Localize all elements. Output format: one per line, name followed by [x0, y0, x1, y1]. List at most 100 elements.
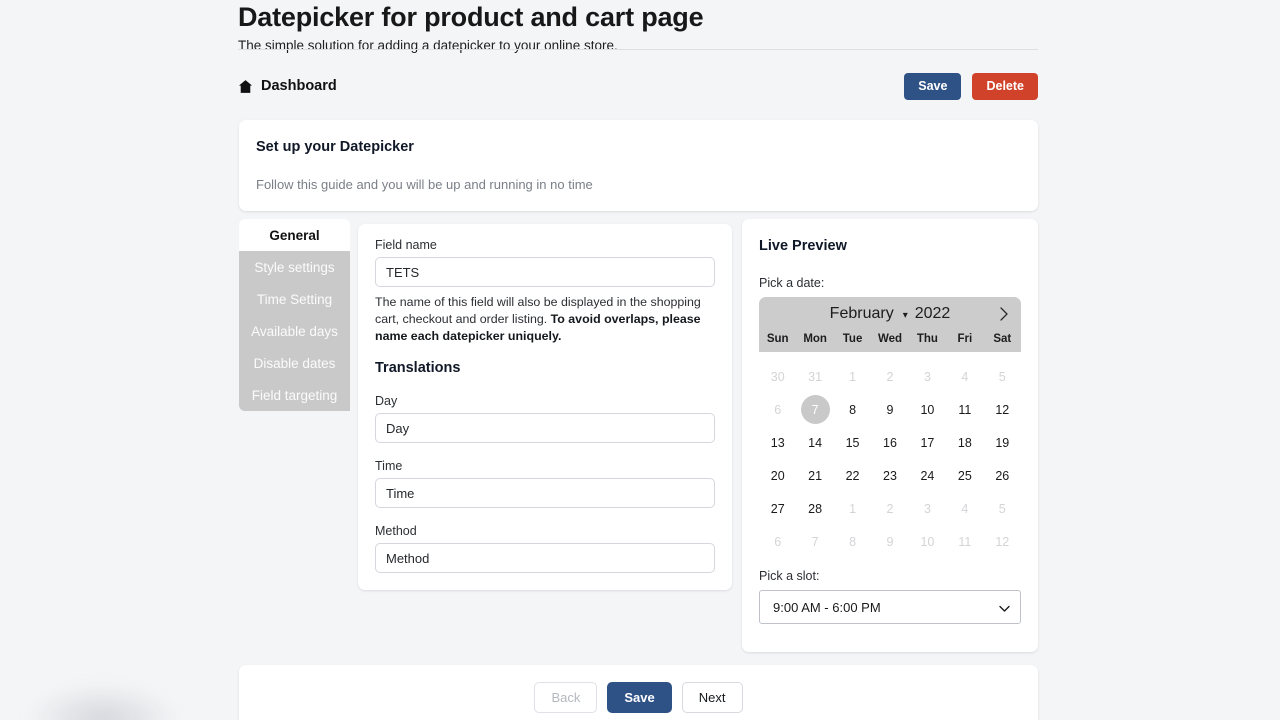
setup-subtitle: Follow this guide and you will be up and… — [256, 177, 593, 192]
calendar-day: 12 — [984, 525, 1021, 558]
page-subtitle: The simple solution for adding a datepic… — [238, 38, 1038, 54]
setup-intro-card: Set up your Datepicker Follow this guide… — [239, 120, 1038, 211]
calendar-day[interactable]: 15 — [834, 426, 871, 459]
method-label: Method — [375, 524, 417, 538]
calendar-day: 8 — [834, 525, 871, 558]
calendar-day: 1 — [834, 492, 871, 525]
calendar-weekday-row: Sun Mon Tue Wed Thu Fri Sat — [759, 333, 1021, 352]
weekday-mon: Mon — [796, 333, 833, 345]
translations-heading: Translations — [375, 360, 460, 376]
next-button[interactable]: Next — [682, 682, 743, 713]
tab-general[interactable]: General — [239, 219, 350, 251]
calendar-day: 31 — [796, 360, 833, 393]
tab-time-setting[interactable]: Time Setting — [239, 283, 350, 315]
pick-a-date-label: Pick a date: — [759, 276, 824, 290]
calendar-day: 3 — [909, 360, 946, 393]
calendar-month-year: February ▾ 2022 — [759, 305, 1021, 323]
save-button[interactable]: Save — [904, 73, 961, 100]
live-preview-title: Live Preview — [759, 238, 847, 254]
calendar-day[interactable]: 24 — [909, 459, 946, 492]
calendar-day: 5 — [984, 492, 1021, 525]
delete-button[interactable]: Delete — [972, 73, 1038, 100]
calendar-day: 10 — [909, 525, 946, 558]
calendar-day[interactable]: 23 — [871, 459, 908, 492]
home-icon — [238, 79, 253, 94]
calendar-day[interactable]: 21 — [796, 459, 833, 492]
breadcrumb-label: Dashboard — [261, 78, 337, 94]
calendar-day-selected[interactable]: 7 — [796, 393, 833, 426]
weekday-sat: Sat — [984, 333, 1021, 345]
calendar-day: 5 — [984, 360, 1021, 393]
calendar-day: 6 — [759, 525, 796, 558]
weekday-sun: Sun — [759, 333, 796, 345]
day-label: Day — [375, 394, 397, 408]
calendar-day[interactable]: 26 — [984, 459, 1021, 492]
wizard-footer-actions: Back Save Next — [239, 682, 1038, 713]
day-input[interactable] — [375, 413, 715, 443]
calendar-day[interactable]: 14 — [796, 426, 833, 459]
calendar-day[interactable]: 28 — [796, 492, 833, 525]
wizard-footer-card: Back Save Next — [239, 665, 1038, 720]
field-name-input[interactable] — [375, 257, 715, 287]
settings-tab-rail: General Style settings Time Setting Avai… — [239, 219, 350, 411]
calendar-day[interactable]: 11 — [946, 393, 983, 426]
calendar-day-grid: 3031123456789101112131415161718192021222… — [759, 352, 1021, 568]
weekday-fri: Fri — [946, 333, 983, 345]
calendar-day[interactable]: 22 — [834, 459, 871, 492]
calendar-day: 30 — [759, 360, 796, 393]
calendar-day[interactable]: 13 — [759, 426, 796, 459]
back-button[interactable]: Back — [534, 682, 597, 713]
header-divider — [238, 49, 1038, 50]
footer-save-button[interactable]: Save — [607, 682, 671, 713]
calendar-day[interactable]: 8 — [834, 393, 871, 426]
calendar-day: 11 — [946, 525, 983, 558]
calendar-day: 4 — [946, 360, 983, 393]
app-page: Datepicker for product and cart page The… — [0, 0, 1280, 720]
weekday-tue: Tue — [834, 333, 871, 345]
calendar-day[interactable]: 27 — [759, 492, 796, 525]
weekday-thu: Thu — [909, 333, 946, 345]
page-title: Datepicker for product and cart page — [238, 0, 1038, 32]
calendar-day[interactable]: 16 — [871, 426, 908, 459]
calendar-next-month-button[interactable] — [997, 303, 1011, 325]
calendar-day: 2 — [871, 492, 908, 525]
calendar-day: 7 — [796, 525, 833, 558]
field-name-help: The name of this field will also be disp… — [375, 294, 715, 345]
pick-a-slot-label: Pick a slot: — [759, 569, 819, 583]
calendar-day: 1 — [834, 360, 871, 393]
live-preview-panel: Live Preview Pick a date: February▾2022 … — [742, 219, 1038, 652]
calendar-day: 2 — [871, 360, 908, 393]
chevron-down-icon[interactable]: ▾ — [903, 310, 908, 321]
calendar-day[interactable]: 12 — [984, 393, 1021, 426]
calendar-year-label: 2022 — [915, 305, 951, 322]
slot-select[interactable]: 9:00 AM - 6:00 PM — [759, 590, 1021, 624]
chat-widget-shadow — [28, 684, 178, 720]
breadcrumb-actions: Save Delete — [904, 73, 1038, 100]
calendar-day[interactable]: 18 — [946, 426, 983, 459]
tab-style-settings[interactable]: Style settings — [239, 251, 350, 283]
method-input[interactable] — [375, 543, 715, 573]
calendar-day[interactable]: 17 — [909, 426, 946, 459]
setup-title: Set up your Datepicker — [256, 139, 414, 155]
calendar-day: 6 — [759, 393, 796, 426]
breadcrumb-bar: Dashboard Save Delete — [238, 70, 1038, 102]
page-header: Datepicker for product and cart page The… — [238, 0, 1038, 54]
calendar-day[interactable]: 20 — [759, 459, 796, 492]
calendar-day[interactable]: 10 — [909, 393, 946, 426]
calendar-day: 3 — [909, 492, 946, 525]
time-label: Time — [375, 459, 402, 473]
calendar-day: 4 — [946, 492, 983, 525]
calendar-day[interactable]: 25 — [946, 459, 983, 492]
time-input[interactable] — [375, 478, 715, 508]
tab-field-targeting[interactable]: Field targeting — [239, 379, 350, 411]
datepicker-calendar: February▾2022 Sun Mon Tue Wed Thu Fri Sa… — [759, 297, 1021, 568]
calendar-day[interactable]: 9 — [871, 393, 908, 426]
general-settings-panel: Field name The name of this field will a… — [358, 224, 732, 590]
tab-available-days[interactable]: Available days — [239, 315, 350, 347]
weekday-wed: Wed — [871, 333, 908, 345]
calendar-month-label[interactable]: February — [830, 305, 894, 322]
calendar-day[interactable]: 19 — [984, 426, 1021, 459]
field-name-label: Field name — [375, 238, 437, 252]
calendar-day: 9 — [871, 525, 908, 558]
tab-disable-dates[interactable]: Disable dates — [239, 347, 350, 379]
